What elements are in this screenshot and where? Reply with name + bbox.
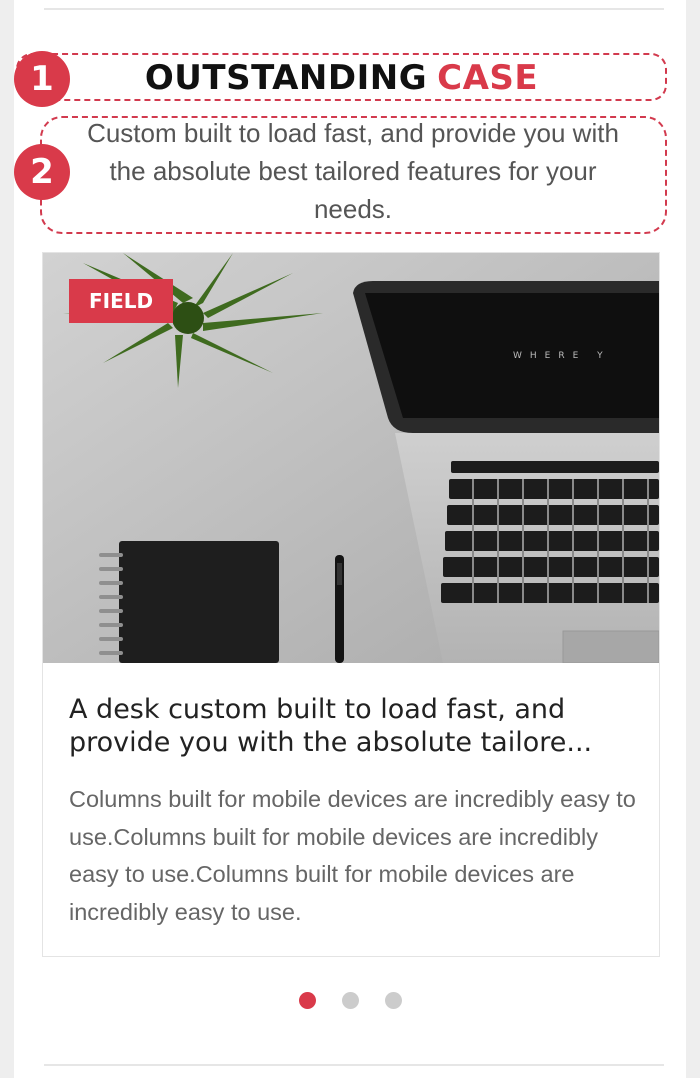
category-tag[interactable]: FIELD (69, 279, 174, 323)
top-divider (44, 8, 664, 10)
card-title[interactable]: A desk custom built to load fast, and pr… (69, 693, 639, 759)
section-title: OUTSTANDING CASE (16, 54, 667, 102)
notebook-graphic (119, 541, 279, 663)
bottom-divider (44, 1064, 664, 1066)
carousel-pagination (0, 992, 700, 1010)
svg-text:WHERE Y: WHERE Y (513, 351, 611, 361)
pagination-dot-1[interactable] (298, 992, 316, 1009)
pagination-dot-3[interactable] (384, 992, 402, 1009)
section-title-accent: CASE (437, 58, 539, 98)
section-subtitle: Custom built to load fast, and provide y… (87, 118, 619, 224)
card-description: Columns built for mobile devices are inc… (69, 786, 636, 925)
annotation-badge-2: 2 (14, 144, 70, 200)
card-image-desk-laptop[interactable]: WHERE Y FIELD (43, 253, 659, 663)
section-title-main: OUTSTANDING (144, 58, 428, 98)
case-card[interactable]: WHERE Y FIELD A desk custom built to loa… (42, 252, 660, 957)
annotation-badge-1: 1 (14, 51, 70, 107)
pagination-dot-2[interactable] (341, 992, 359, 1009)
